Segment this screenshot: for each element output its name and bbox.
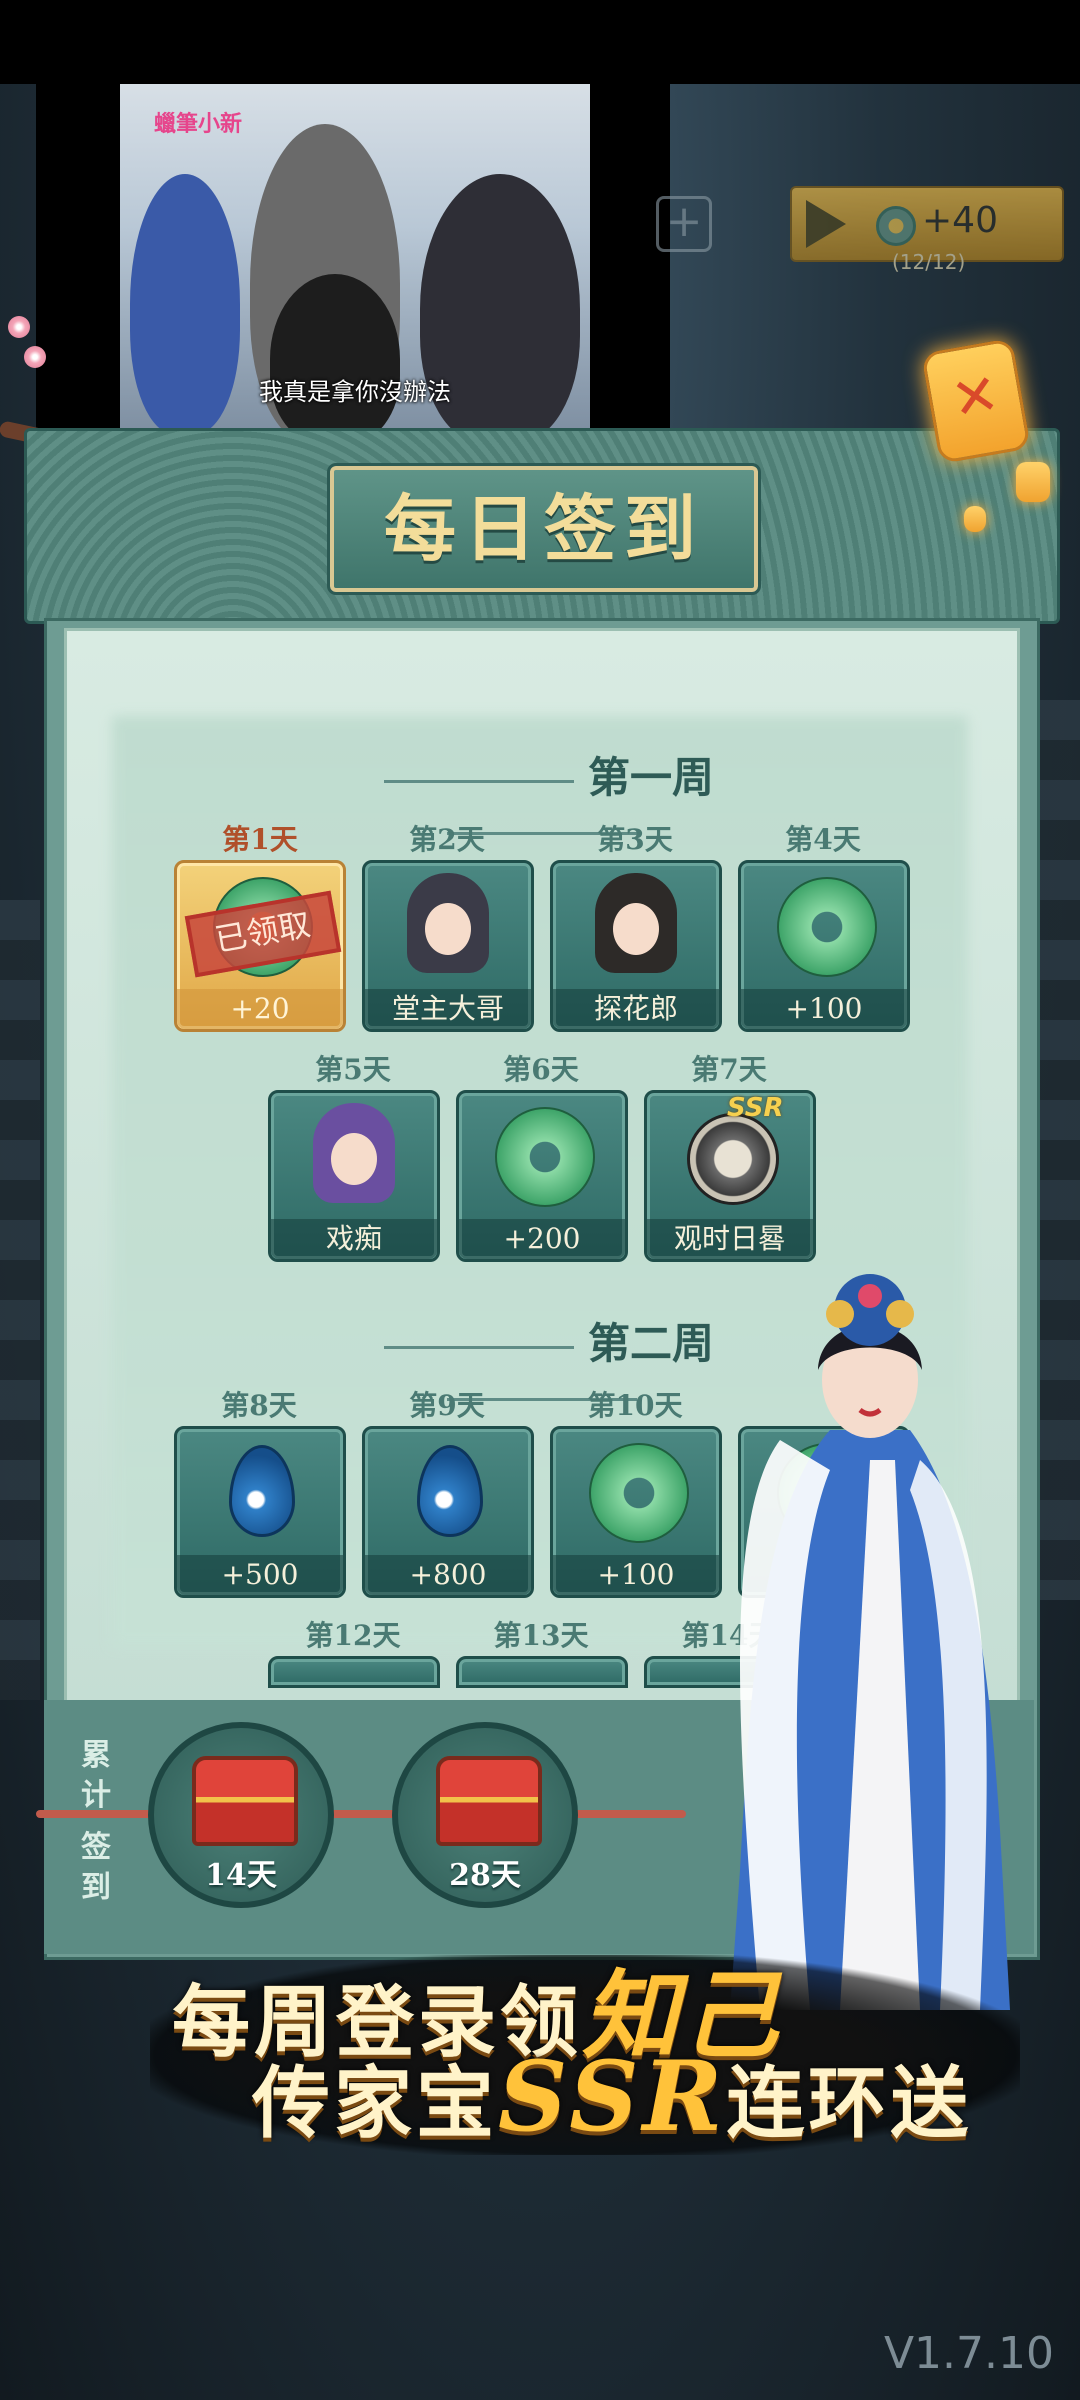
day-label: 第13天 [493, 1619, 589, 1652]
video-logo: 蠟筆小新 [154, 112, 243, 137]
day-label: 第6天 [503, 1053, 579, 1086]
jade-coin-icon [495, 1107, 595, 1207]
character-portrait-icon [595, 873, 677, 973]
blossom-icon [24, 346, 46, 368]
day-reward-caption: +20 [177, 989, 343, 1029]
sundial-icon [687, 1113, 779, 1205]
day-label: 第5天 [315, 1053, 391, 1086]
day-label: 第9天 [409, 1389, 485, 1422]
day-reward-caption: 戏痴 [271, 1219, 437, 1259]
chest-label: 28天 [449, 1858, 521, 1893]
treasure-chest-icon [436, 1756, 542, 1846]
day-reward-caption: 观时日晷 [647, 1219, 813, 1259]
version-label: V1.7.10 [883, 2328, 1054, 2379]
treasure-chest-icon [192, 1756, 298, 1846]
cartoon-person [270, 274, 400, 440]
day-card-6[interactable]: +200 [456, 1090, 628, 1262]
day-label: 第8天 [221, 1389, 297, 1422]
jade-coin-icon [876, 206, 916, 246]
day-card-3[interactable]: 探花郎 [550, 860, 722, 1032]
day-label: 第4天 [785, 823, 861, 856]
chest-label: 14天 [205, 1858, 277, 1893]
day-card-4[interactable]: +100 [738, 860, 910, 1032]
water-drop-icon [417, 1445, 483, 1537]
video-subtitle: 我真是拿你沒辦法 [259, 378, 451, 406]
day-label: 第7天 [691, 1053, 767, 1086]
day-reward-caption: +200 [459, 1219, 625, 1259]
chest-reward-28[interactable]: 28天 [392, 1722, 578, 1908]
day-reward-caption: 堂主大哥 [365, 989, 531, 1029]
day-label: 第10天 [587, 1389, 683, 1422]
jade-coin-icon [777, 877, 877, 977]
promo-line-2: 传家宝SSR连环送 [252, 2040, 973, 2153]
day-card-9[interactable]: +800 [362, 1426, 534, 1598]
day-card-1[interactable]: 已领取 +20 [174, 860, 346, 1032]
close-button[interactable]: ✕ [920, 337, 1032, 465]
day-card-8[interactable]: +500 [174, 1426, 346, 1598]
cumulative-label: 签 [81, 1830, 111, 1865]
reward-amount: +40 [922, 200, 998, 241]
day-label: 第2天 [409, 823, 485, 856]
day-card-5[interactable]: 戏痴 [268, 1090, 440, 1262]
status-bar-area [0, 0, 1080, 84]
opera-character-art [730, 1274, 1010, 2010]
day-label: 第1天 [222, 823, 298, 856]
cumulative-label: 累 [81, 1738, 111, 1773]
reward-count: (12/12) [892, 250, 966, 274]
lantern-icon [964, 506, 986, 532]
day-card-7[interactable]: SSR 观时日晷 [644, 1090, 816, 1262]
play-icon [806, 200, 846, 248]
jade-coin-icon [589, 1443, 689, 1543]
cumulative-label: 计 [81, 1778, 111, 1813]
ssr-badge: SSR [727, 1093, 784, 1123]
cumulative-progress-bar [36, 1810, 686, 1818]
day-card-13[interactable] [456, 1656, 628, 1688]
page-title: 每日签到 [327, 463, 761, 595]
plus-button[interactable]: + [656, 196, 712, 252]
chest-reward-14[interactable]: 14天 [148, 1722, 334, 1908]
day-card-2[interactable]: 堂主大哥 [362, 860, 534, 1032]
day-reward-caption: 探花郎 [553, 989, 719, 1029]
day-reward-caption: +800 [365, 1555, 531, 1595]
water-drop-icon [229, 1445, 295, 1537]
character-portrait-icon [407, 873, 489, 973]
video-player[interactable]: 蠟筆小新 我真是拿你沒辦法 [36, 84, 670, 440]
claimed-stamp: 已领取 [184, 890, 342, 978]
blossom-icon [8, 316, 30, 338]
day-reward-caption: +100 [553, 1555, 719, 1595]
day-label: 第3天 [597, 823, 673, 856]
cumulative-label: 到 [81, 1870, 111, 1905]
day-reward-caption: +500 [177, 1555, 343, 1595]
day-card-10[interactable]: +100 [550, 1426, 722, 1598]
lantern-icon [1016, 462, 1050, 502]
background-building [0, 900, 40, 1700]
day-card-12[interactable] [268, 1656, 440, 1688]
character-portrait-icon [313, 1103, 395, 1203]
video-frame: 蠟筆小新 我真是拿你沒辦法 [120, 84, 590, 440]
watch-ad-reward-button[interactable]: +40 (12/12) [790, 186, 1064, 274]
close-icon: ✕ [946, 361, 1005, 434]
day-label: 第12天 [305, 1619, 401, 1652]
day-reward-caption: +100 [741, 989, 907, 1029]
